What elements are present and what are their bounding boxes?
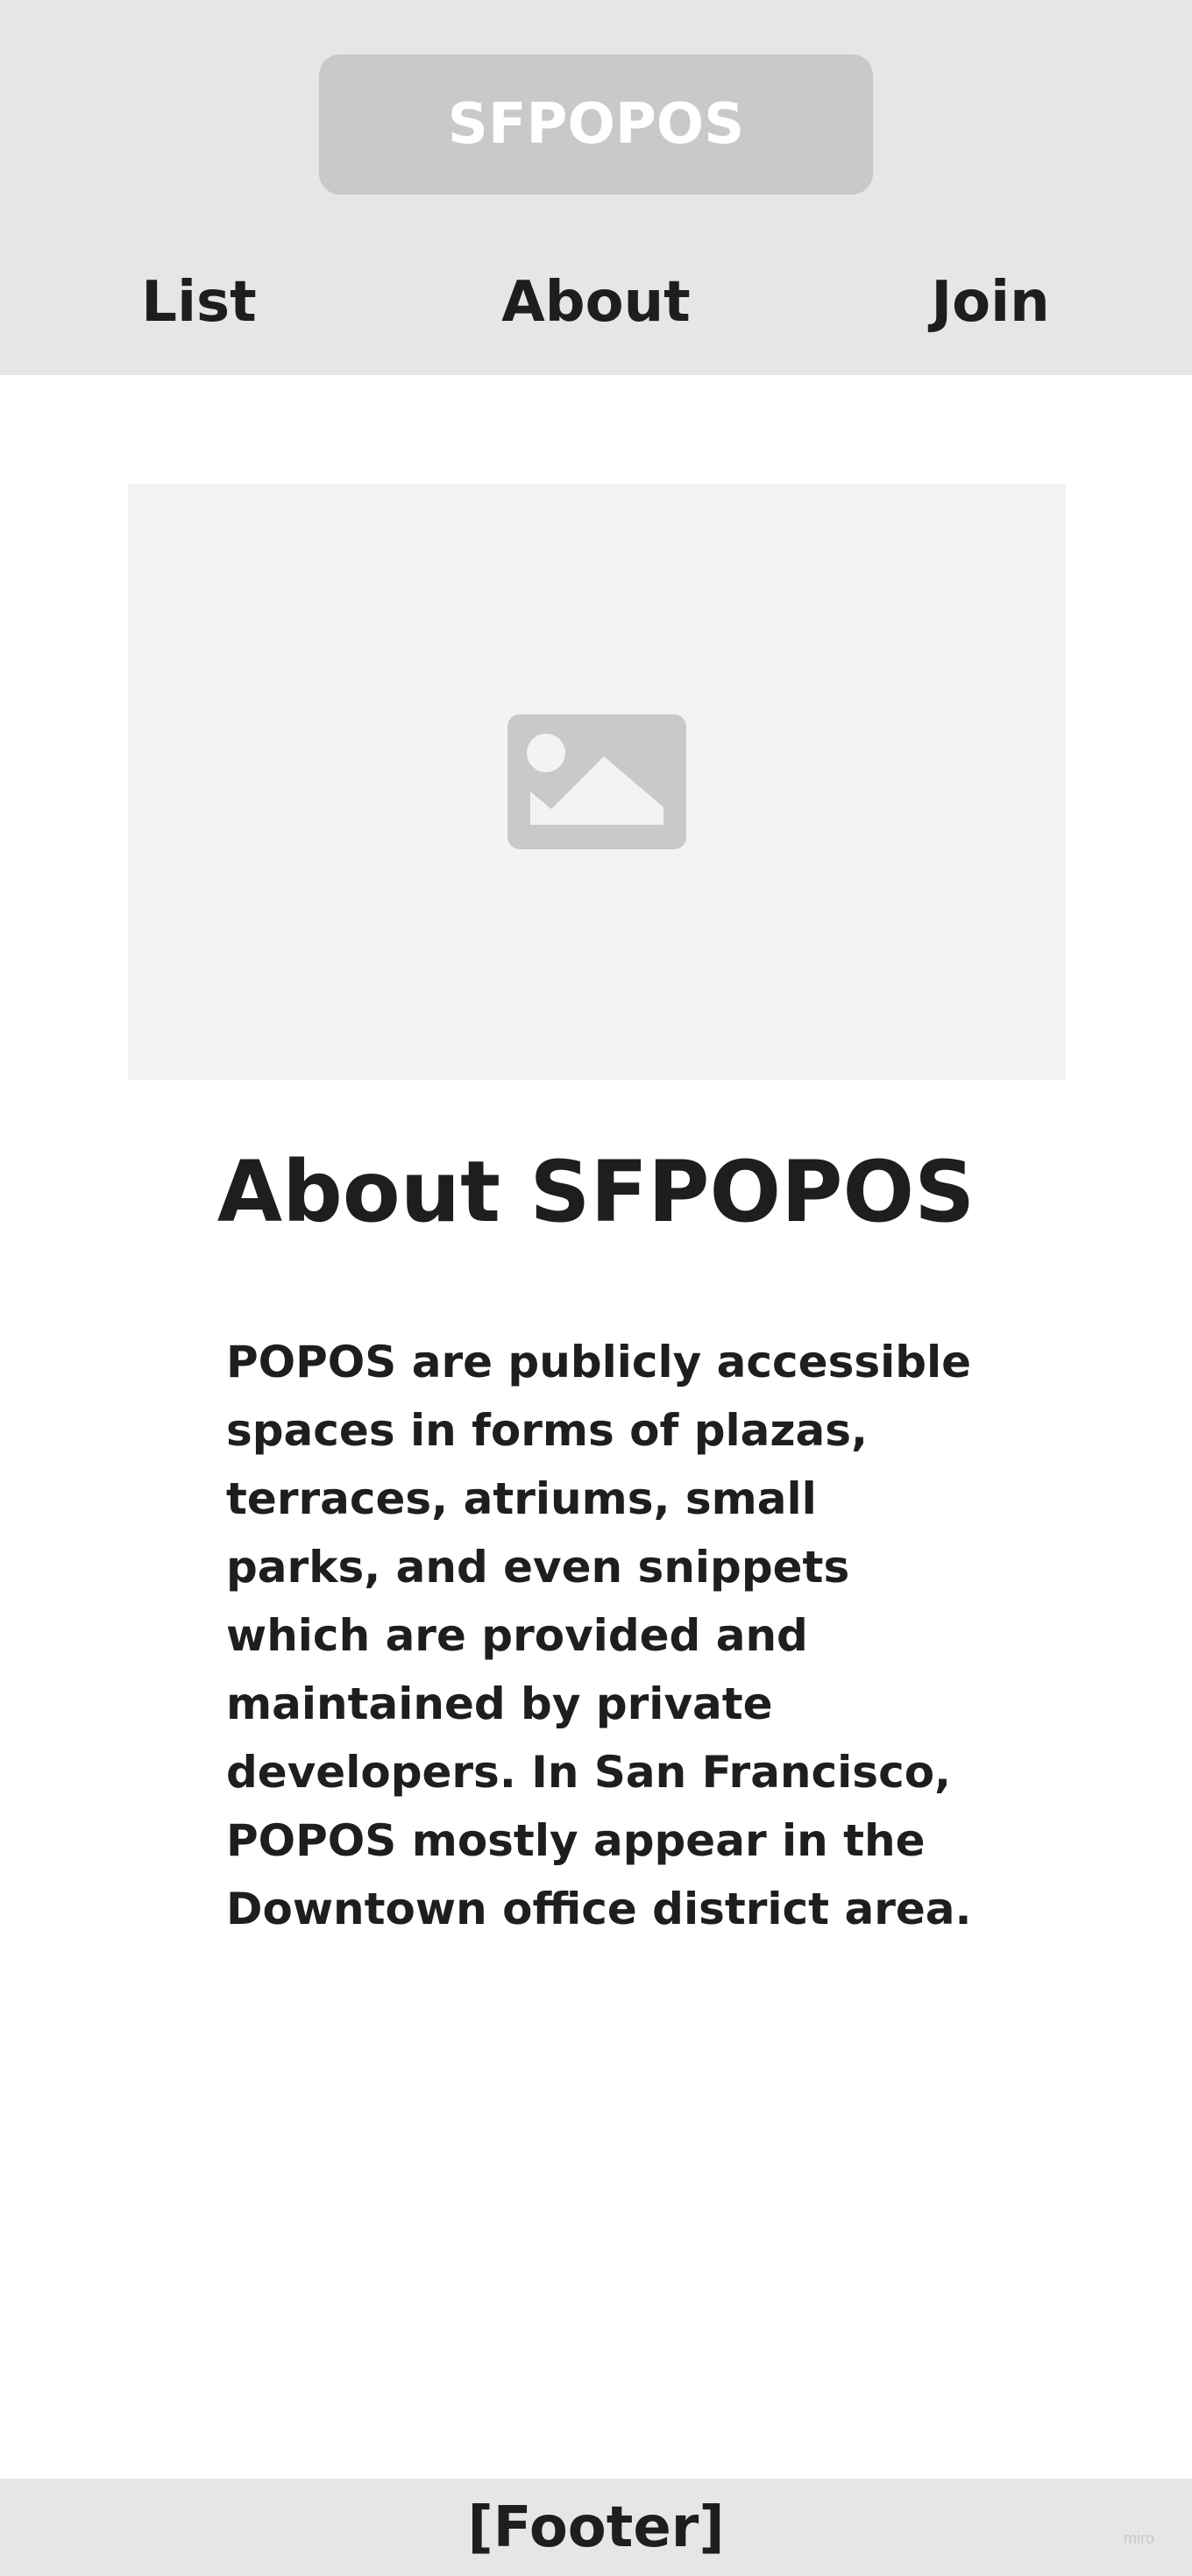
hero-image-placeholder	[128, 484, 1066, 1080]
page-title: About SFPOPOS	[216, 1143, 976, 1241]
nav-item-list[interactable]: List	[105, 263, 293, 342]
about-description: POPOS are publicly accessible spaces in …	[226, 1337, 972, 1934]
miro-watermark: miro	[1124, 2530, 1154, 2547]
nav-item-about[interactable]: About	[482, 263, 710, 342]
logo-text: SFPOPOS	[447, 92, 745, 157]
image-placeholder-icon	[507, 714, 686, 849]
logo[interactable]: SFPOPOS	[319, 54, 873, 195]
footer: [Footer]	[0, 2479, 1192, 2576]
header: SFPOPOS List About Join	[0, 0, 1192, 375]
nav-item-join[interactable]: Join	[903, 263, 1078, 342]
footer-text: [Footer]	[467, 2494, 725, 2560]
